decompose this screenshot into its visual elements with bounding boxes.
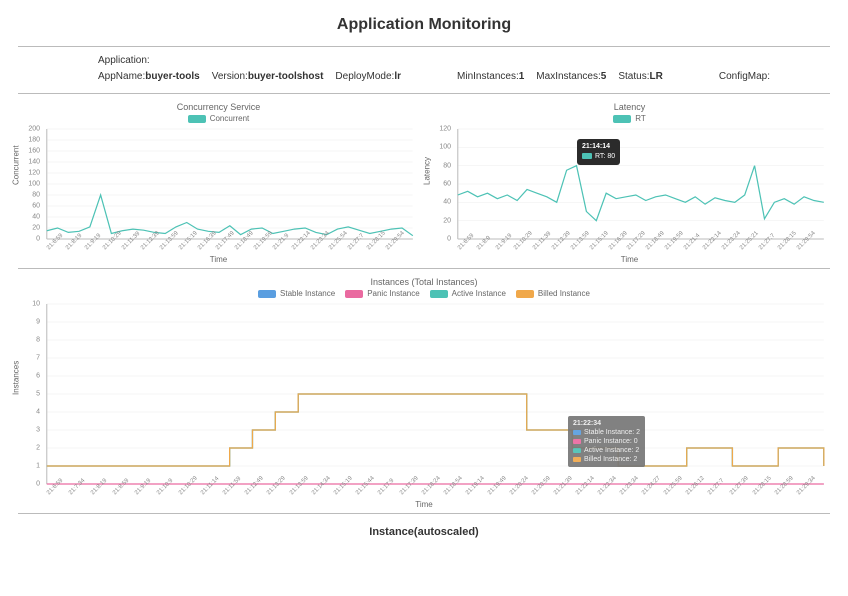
ytick: 9: [36, 319, 40, 326]
divider-top: [18, 46, 830, 47]
legend-label: Panic Instance: [367, 289, 419, 298]
footer-title: Instance(autoscaled): [18, 520, 830, 544]
ytick: 80: [443, 162, 451, 169]
label-status: Status:: [618, 71, 649, 82]
tooltip-instances: 21:22:34Stable Instance: 2Panic Instance…: [568, 416, 645, 467]
legend-swatch: [430, 290, 448, 298]
chart-instances[interactable]: Instances (Total Instances) Stable Insta…: [18, 275, 830, 509]
xlabel-instances: Time: [18, 498, 830, 509]
legend-swatch: [188, 115, 206, 123]
legend-label: Active Instance: [452, 289, 506, 298]
ytick: 160: [28, 148, 40, 155]
legend-instances: Stable Instance Panic Instance Active Inst…: [18, 289, 830, 300]
legend-label: Concurrent: [210, 114, 250, 123]
legend-item[interactable]: Panic Instance: [345, 289, 419, 298]
ytick: 1: [36, 463, 40, 470]
ytick: 180: [28, 137, 40, 144]
value-deploymode: lr: [394, 71, 401, 82]
ytick: 5: [36, 391, 40, 398]
page-title: Application Monitoring: [18, 10, 830, 42]
ytick: 4: [36, 409, 40, 416]
legend-swatch: [345, 290, 363, 298]
legend-label: Billed Instance: [538, 289, 590, 298]
ytick: 200: [28, 126, 40, 133]
value-appname: buyer-tools: [145, 71, 199, 82]
divider-app: [18, 93, 830, 94]
ytick: 2: [36, 445, 40, 452]
ytick: 60: [32, 203, 40, 210]
ytick: 0: [36, 481, 40, 488]
ytick: 100: [439, 144, 451, 151]
legend-label: RT: [635, 114, 646, 123]
ytick: 3: [36, 427, 40, 434]
legend-item[interactable]: Active Instance: [430, 289, 506, 298]
legend-swatch: [258, 290, 276, 298]
xlabel-latency: Time: [429, 253, 830, 264]
ytick: 10: [32, 300, 40, 307]
label-application: Application:: [98, 55, 150, 66]
xlabel-concurrency: Time: [18, 253, 419, 264]
legend-item[interactable]: Stable Instance: [258, 289, 335, 298]
ytick: 0: [36, 236, 40, 243]
app-header: Application: AppName:buyer-tools Version…: [18, 53, 830, 89]
ytick: 120: [28, 170, 40, 177]
value-status: LR: [649, 71, 662, 82]
ytick: 40: [443, 199, 451, 206]
value-mininst: 1: [519, 71, 525, 82]
chart-title-concurrency: Concurrency Service: [18, 100, 419, 114]
value-version: buyer-toolshost: [248, 71, 324, 82]
legend-item[interactable]: RT: [613, 114, 646, 123]
divider-mid: [18, 268, 830, 269]
ytick: 20: [32, 225, 40, 232]
legend-label: Stable Instance: [280, 289, 335, 298]
legend-concurrency: Concurrent: [18, 114, 419, 125]
ytick: 80: [32, 192, 40, 199]
label-configmap: ConfigMap:: [719, 71, 770, 82]
ytick: 6: [36, 373, 40, 380]
legend-swatch: [613, 115, 631, 123]
label-mininst: MinInstances:: [457, 71, 519, 82]
ytick: 40: [32, 214, 40, 221]
ytick: 100: [28, 181, 40, 188]
ytick: 7: [36, 355, 40, 362]
divider-bottom: [18, 513, 830, 514]
legend-item[interactable]: Concurrent: [188, 114, 250, 123]
label-deploymode: DeployMode:: [335, 71, 394, 82]
chart-title-instances: Instances (Total Instances): [18, 275, 830, 289]
legend-latency: RT: [429, 114, 830, 125]
ytick: 8: [36, 337, 40, 344]
ytick: 20: [443, 217, 451, 224]
legend-swatch: [516, 290, 534, 298]
value-maxinst: 5: [601, 71, 607, 82]
legend-item[interactable]: Billed Instance: [516, 289, 590, 298]
chart-title-latency: Latency: [429, 100, 830, 114]
label-version: Version:: [212, 71, 248, 82]
chart-concurrency[interactable]: Concurrency Service Concurrent Concurren…: [18, 100, 419, 264]
ytick: 60: [443, 181, 451, 188]
label-appname: AppName:: [98, 71, 145, 82]
ytick: 120: [439, 126, 451, 133]
chart-latency[interactable]: Latency RT Latency 020406080100120 21:14…: [429, 100, 830, 264]
ytick: 0: [447, 236, 451, 243]
ytick: 140: [28, 159, 40, 166]
label-maxinst: MaxInstances:: [536, 71, 600, 82]
